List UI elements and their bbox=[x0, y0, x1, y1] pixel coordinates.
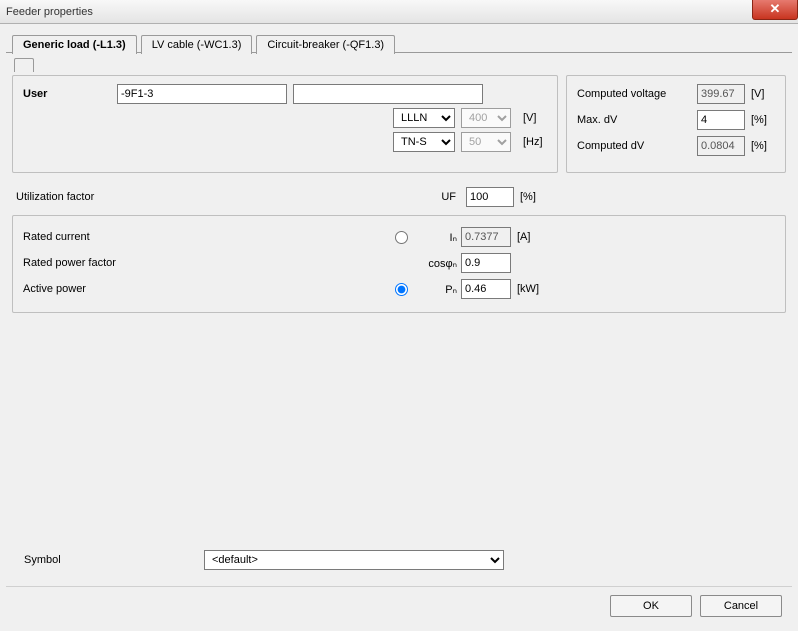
user-group: User LLLN 400 [V] bbox=[12, 75, 558, 173]
group-tab-icon bbox=[14, 58, 34, 72]
rated-current-symbol: Iₙ bbox=[417, 231, 461, 244]
utilization-label: Utilization factor bbox=[16, 191, 396, 203]
phase-system-select[interactable]: LLLN bbox=[393, 108, 455, 128]
active-power-symbol: Pₙ bbox=[417, 283, 461, 296]
rated-pf-symbol: cosφₙ bbox=[417, 257, 461, 270]
rated-current-label: Rated current bbox=[23, 231, 383, 243]
active-power-input[interactable] bbox=[461, 279, 511, 299]
close-button[interactable]: ✕ bbox=[752, 0, 798, 20]
user-id-input[interactable] bbox=[117, 84, 287, 104]
earth-system-select[interactable]: TN-S bbox=[393, 132, 455, 152]
active-power-unit: [kW] bbox=[517, 283, 547, 295]
tab-circuit-breaker[interactable]: Circuit-breaker (-QF1.3) bbox=[256, 35, 395, 54]
computed-dv-unit: [%] bbox=[751, 140, 775, 152]
computed-dv-label: Computed dV bbox=[577, 140, 697, 152]
tab-lv-cable[interactable]: LV cable (-WC1.3) bbox=[141, 35, 253, 54]
computed-voltage-unit: [V] bbox=[751, 88, 775, 100]
window-title: Feeder properties bbox=[6, 6, 93, 18]
symbol-select[interactable]: <default> bbox=[204, 550, 504, 570]
rated-pf-input[interactable] bbox=[461, 253, 511, 273]
utilization-symbol: UF bbox=[396, 191, 456, 203]
utilization-unit: [%] bbox=[520, 191, 544, 203]
computed-voltage-value bbox=[697, 84, 745, 104]
voltage-unit: [V] bbox=[523, 112, 547, 124]
button-bar: OK Cancel bbox=[6, 586, 792, 625]
utilization-input[interactable] bbox=[466, 187, 514, 207]
rated-current-radio[interactable] bbox=[395, 231, 408, 244]
tab-generic-load[interactable]: Generic load (-L1.3) bbox=[12, 35, 137, 54]
ok-button[interactable]: OK bbox=[610, 595, 692, 617]
computed-group: Computed voltage [V] Max. dV [%] Compute… bbox=[566, 75, 786, 173]
user-desc-input[interactable] bbox=[293, 84, 483, 104]
tab-bar: Generic load (-L1.3) LV cable (-WC1.3) C… bbox=[12, 34, 792, 53]
utilization-row: Utilization factor UF [%] bbox=[12, 187, 786, 207]
active-power-radio[interactable] bbox=[395, 283, 408, 296]
computed-voltage-label: Computed voltage bbox=[577, 88, 697, 100]
freq-select: 50 bbox=[461, 132, 511, 152]
rated-pf-label: Rated power factor bbox=[23, 257, 383, 269]
symbol-row: Symbol <default> bbox=[12, 544, 786, 580]
freq-unit: [Hz] bbox=[523, 136, 547, 148]
titlebar: Feeder properties ✕ bbox=[0, 0, 798, 24]
computed-dv-value bbox=[697, 136, 745, 156]
rated-current-value bbox=[461, 227, 511, 247]
symbol-label: Symbol bbox=[24, 554, 204, 566]
user-label: User bbox=[23, 88, 117, 100]
rated-current-unit: [A] bbox=[517, 231, 547, 243]
active-power-label: Active power bbox=[23, 283, 383, 295]
close-icon: ✕ bbox=[770, 1, 781, 16]
cancel-button[interactable]: Cancel bbox=[700, 595, 782, 617]
max-dv-label: Max. dV bbox=[577, 114, 697, 126]
max-dv-unit: [%] bbox=[751, 114, 775, 126]
max-dv-input[interactable] bbox=[697, 110, 745, 130]
voltage-select: 400 bbox=[461, 108, 511, 128]
rated-group: Rated current Iₙ [A] Rated power factor … bbox=[12, 215, 786, 313]
